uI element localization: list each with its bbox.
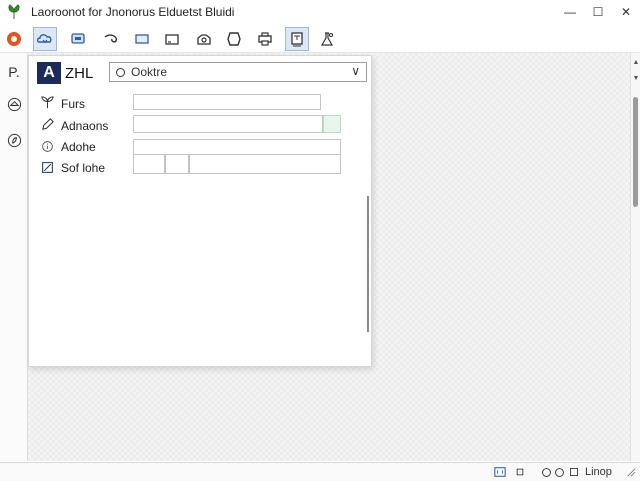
undo-curve-icon xyxy=(104,34,117,43)
shape-icon xyxy=(227,32,241,46)
flask-icon xyxy=(320,32,334,46)
row-label-adnaons: Adnaons xyxy=(61,119,109,133)
scrollbar-thumb[interactable] xyxy=(633,97,638,207)
page-button[interactable] xyxy=(285,27,309,51)
grid-icon[interactable] xyxy=(569,465,579,479)
panel-logo: A xyxy=(37,62,61,84)
chevron-down-icon[interactable]: ∨ xyxy=(351,64,360,78)
small-view-icon[interactable] xyxy=(515,465,525,479)
cloud-sync-button[interactable] xyxy=(33,27,57,51)
circle-a-icon[interactable] xyxy=(541,465,552,479)
title-bar: Laoroonot for Jnonorus Elduetst Bluidi —… xyxy=(0,0,640,24)
frame-button[interactable] xyxy=(160,27,184,51)
close-button[interactable]: ✕ xyxy=(612,0,640,24)
scan-icon xyxy=(197,34,211,45)
layers-button[interactable] xyxy=(3,93,25,115)
printer-icon xyxy=(258,32,272,46)
row-label-adohe: Adohe xyxy=(61,140,96,154)
info-icon xyxy=(39,138,55,154)
edit-box-icon xyxy=(39,159,55,175)
sof-lohe-field-1[interactable] xyxy=(133,154,165,174)
font-select[interactable]: Ooktre ∨ xyxy=(109,62,367,82)
display-icon xyxy=(71,33,85,44)
sof-lohe-field-2[interactable] xyxy=(165,154,189,174)
rectangle-button[interactable] xyxy=(130,27,154,51)
frame-icon xyxy=(165,34,179,45)
left-tool-strip: P. xyxy=(0,53,28,461)
adnaons-field[interactable] xyxy=(133,115,323,133)
zoom-label[interactable]: Linop xyxy=(585,465,612,479)
pencil-icon xyxy=(39,116,55,132)
text-tool-button[interactable]: P. xyxy=(3,61,25,83)
cloud-sync-icon xyxy=(36,34,52,43)
row-label-sof-lohe: Sof lohe xyxy=(61,161,106,175)
panel-scrollbar-thumb[interactable] xyxy=(367,196,369,332)
display-button[interactable] xyxy=(66,27,90,51)
circle-icon xyxy=(116,67,125,77)
resize-grip-icon[interactable] xyxy=(626,465,636,479)
fit-icon[interactable] xyxy=(494,465,506,479)
app-leaf-icon xyxy=(8,4,20,19)
adohe-field[interactable] xyxy=(133,139,341,155)
maximize-button[interactable]: ☐ xyxy=(584,0,612,24)
plant-icon xyxy=(39,94,55,110)
font-select-value: Ooktre xyxy=(131,65,168,79)
shape-button[interactable] xyxy=(222,27,246,51)
circle-b-icon[interactable] xyxy=(554,465,565,479)
sof-lohe-field-3[interactable] xyxy=(189,154,341,174)
scroll-up-icon[interactable]: ▲ xyxy=(632,59,640,66)
layers-icon xyxy=(7,97,21,111)
scroll-down-icon[interactable]: ▼ xyxy=(632,75,640,82)
rectangle-icon xyxy=(135,34,149,44)
ink-button[interactable] xyxy=(3,129,25,151)
color-swatch[interactable] xyxy=(323,115,341,133)
ink-icon xyxy=(7,133,21,147)
record-button[interactable] xyxy=(2,27,26,51)
minimize-button[interactable]: — xyxy=(556,0,584,24)
window-title: Laoroonot for Jnonorus Elduetst Bluidi xyxy=(31,5,235,19)
vertical-scrollbar[interactable]: ▲ ▼ xyxy=(630,53,640,461)
undo-curve-button[interactable] xyxy=(99,27,123,51)
record-icon xyxy=(7,32,21,46)
scan-button[interactable] xyxy=(192,27,216,51)
furs-field[interactable] xyxy=(133,94,321,110)
printer-button[interactable] xyxy=(253,27,277,51)
properties-panel: A ZHL Ooktre ∨ Furs Adnaons Adohe Sof lo… xyxy=(28,55,372,367)
page-icon xyxy=(291,32,303,47)
main-toolbar xyxy=(0,26,640,53)
flask-button[interactable] xyxy=(315,27,339,51)
status-bar: Linop xyxy=(0,462,640,481)
row-label-furs: Furs xyxy=(61,97,85,111)
panel-name: ZHL xyxy=(65,65,94,82)
